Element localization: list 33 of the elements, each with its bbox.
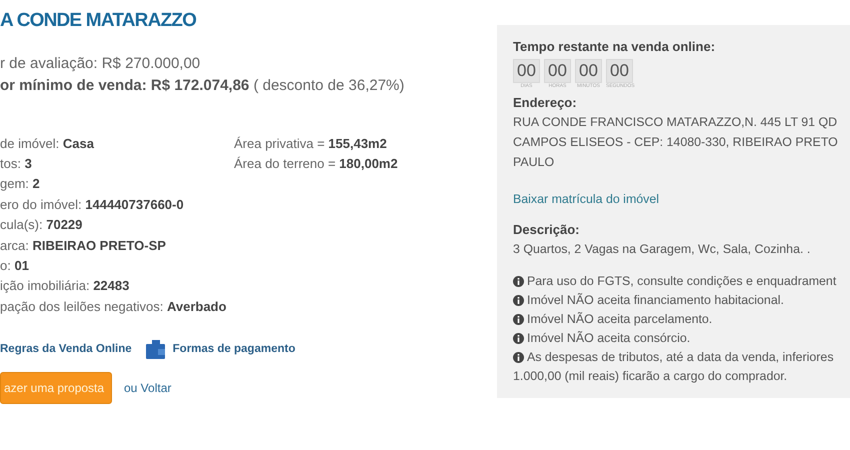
page-title: A CONDE MATARAZZO <box>0 9 198 33</box>
detail-line: tos: 3 <box>0 154 33 173</box>
note-text: Imóvel NÃO aceita financiamento habitacional. <box>527 292 784 310</box>
note-text: 1.000,00 (mil reais) ficarão a cargo do comprador. <box>513 368 788 386</box>
countdown-digits: 00 <box>513 59 540 84</box>
link[interactable]: Formas de pagamento <box>172 340 296 358</box>
address-title: Endereço: <box>513 94 578 112</box>
back-link[interactable]: ou Voltar <box>124 378 172 397</box>
detail-line: ero do imóvel: 144440737660-0 <box>0 196 185 214</box>
download-link[interactable]: Baixar matrícula do imóvel <box>513 190 659 208</box>
detail-line: Área do terreno = 180,00m2 <box>234 154 398 173</box>
countdown-title: Tempo restante na venda online: <box>513 38 716 56</box>
address-text: RUA CONDE FRANCISCO MATARAZZO,N. 445 LT 91 QD CAMPOS ELISEOS - CEP: 14080-330, RIBEIRAO PRETO PAULO <box>513 114 839 170</box>
note-text: Para uso do FGTS, consulte condições e enquadrament <box>527 273 836 290</box>
detail-line: Área privativa = 155,43m2 <box>234 134 388 153</box>
countdown-digits: 00 <box>575 59 602 84</box>
detail-line: arca: RIBEIRAO PRETO-SP <box>0 236 167 255</box>
detail-line: o: 01 <box>0 256 30 275</box>
description-text: 3 Quartos, 2 Vagas na Garagem, Wc, Sala, Cozinha. . <box>513 241 812 258</box>
countdown-digits: 00 <box>544 59 571 84</box>
detail-line: ição imobiliária: 22483 <box>0 277 130 296</box>
detail-line: pação dos leilões negativos: Averbado <box>0 298 228 316</box>
detail-line: gem: 2 <box>0 175 41 194</box>
note-text: Imóvel NÃO aceita parcelamento. <box>527 311 712 328</box>
description-title: Descrição: <box>513 221 580 240</box>
price-line: or mínimo de venda: R$ 172.074,86 ( desconto de 36,27%) <box>0 76 406 96</box>
note-text: Imóvel NÃO aceita consórcio. <box>527 330 690 348</box>
countdown-digits: 00 <box>606 59 633 84</box>
detail-line: cula(s): 70229 <box>0 216 84 234</box>
note-text: As despesas de tributos, até a data da venda, inferiores <box>527 349 834 366</box>
price-line: r de avaliação: R$ 270.000,00 <box>0 54 202 74</box>
link[interactable]: Regras da Venda Online <box>0 340 132 358</box>
detail-line: de imóvel: Casa <box>0 134 95 152</box>
